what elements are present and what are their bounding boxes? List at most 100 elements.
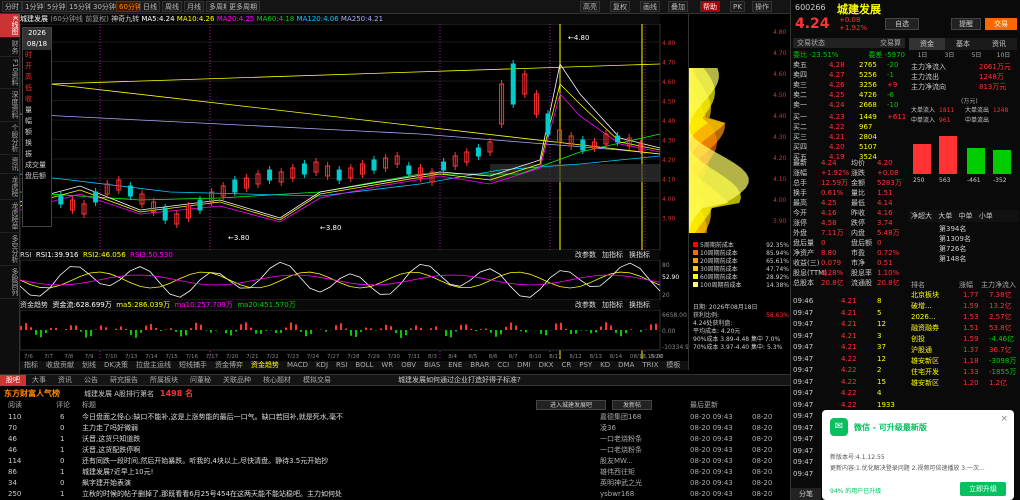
side-nav-4[interactable]: 个股分析 <box>0 122 20 155</box>
indicator-tab-9[interactable]: KDJ <box>312 361 332 370</box>
forum-row[interactable]: 114 0 还有同跌一段时间,然后开始暴跌。听我的,4块以上,尽快清盘。静待3.5元… <box>0 456 790 466</box>
indicator-tab-14[interactable]: BIAS <box>420 361 444 370</box>
side-nav-0[interactable]: K线图 <box>0 14 20 38</box>
news-tab-4[interactable]: 研究报告 <box>104 375 144 386</box>
action-button[interactable]: 操作 <box>752 1 772 12</box>
rsi-add-indicator[interactable]: 加指标 <box>602 250 623 260</box>
news-tab-2[interactable]: 资讯 <box>52 375 78 386</box>
indicator-tab-3[interactable]: DK决策 <box>100 361 132 370</box>
indicator-tab-12[interactable]: WR <box>377 361 397 370</box>
forum-row[interactable]: 86 1 城建发展?近早上10元! 雄伟西往矩 08-20 09:43 08-20 <box>0 467 790 477</box>
tab-net-super[interactable]: 净超大 <box>909 212 934 220</box>
period-tab-4[interactable]: 30分钟 <box>90 1 119 12</box>
side-nav-2[interactable]: F10资料 <box>0 57 20 89</box>
indicator-tab-11[interactable]: BOLL <box>351 361 377 370</box>
fund-tab-1[interactable]: 基本 <box>945 38 981 50</box>
fund-change-param[interactable]: 改参数 <box>575 300 596 310</box>
indicator-tab-25[interactable]: 模板 <box>662 361 684 370</box>
help-button[interactable]: 帮助 <box>700 1 720 12</box>
indicator-tab-17[interactable]: CCI <box>493 361 513 370</box>
news-tab-1[interactable]: 大事 <box>26 375 52 386</box>
sector-row[interactable]: 创投 1.59 -4.46亿 <box>909 334 1019 344</box>
indicator-tab-16[interactable]: BRAR <box>466 361 493 370</box>
period-tab-0[interactable]: 分时 <box>2 1 22 12</box>
overlay-button[interactable]: 叠加 <box>668 1 688 12</box>
sector-row[interactable]: 北京板块 1.77 7.38亿 <box>909 290 1019 300</box>
fuquan-button[interactable]: 复权 <box>610 1 630 12</box>
rsi-switch-indicator[interactable]: 换指标 <box>629 250 650 260</box>
indicator-tab-4[interactable]: 拉盘主运线 <box>132 361 175 370</box>
indicator-tab-8[interactable]: MACD <box>283 361 312 370</box>
popup-close-icon[interactable]: × <box>1000 414 1008 424</box>
sector-row[interactable]: 破增... 1.59 13.2亿 <box>909 301 1019 311</box>
period-tab-10[interactable]: 更多周期 <box>226 1 260 12</box>
period-tab-2[interactable]: 5分钟 <box>44 1 69 12</box>
flow-period-3[interactable]: 10日 <box>990 51 1017 60</box>
news-tab-6[interactable]: 问董秘 <box>184 375 217 386</box>
flow-period-0[interactable]: 1日 <box>909 51 936 60</box>
tab-small[interactable]: 小单 <box>977 212 995 220</box>
tab-trade-status[interactable]: 交易状态 <box>793 39 829 47</box>
news-tab-3[interactable]: 公告 <box>78 375 104 386</box>
indicator-tab-5[interactable]: 短线捕手 <box>175 361 211 370</box>
side-nav-6[interactable]: 龙虎榜 <box>0 174 20 200</box>
indicator-tab-20[interactable]: CR <box>557 361 575 370</box>
indicator-tab-6[interactable]: 资金博弈 <box>211 361 247 370</box>
sector-row[interactable]: 沪股通 1.37 36.7亿 <box>909 345 1019 355</box>
fund-add-indicator[interactable]: 加指标 <box>602 300 623 310</box>
period-tab-7[interactable]: 周线 <box>162 1 182 12</box>
side-nav-7[interactable]: 龙虎榜单 <box>0 200 20 233</box>
flow-period-2[interactable]: 5日 <box>963 51 990 60</box>
side-nav-3[interactable]: 深度资料 <box>0 89 20 122</box>
side-nav-1[interactable]: 财务 <box>0 38 20 57</box>
indicator-tab-19[interactable]: DKX <box>535 361 558 370</box>
sector-row[interactable]: 雄安新区 1.18 -3098万 <box>909 356 1019 366</box>
side-nav-9[interactable]: 多股同列 <box>0 266 20 299</box>
add-watchlist-button[interactable]: 自选 <box>885 18 919 30</box>
indicator-tab-18[interactable]: DMI <box>513 361 535 370</box>
tab-trade-calc[interactable]: 交易算 <box>876 38 905 48</box>
side-nav-8[interactable]: 多空分析 <box>0 233 20 266</box>
fund-switch-indicator[interactable]: 换指标 <box>629 300 650 310</box>
tab-big[interactable]: 大单 <box>936 212 954 220</box>
indicator-tab-22[interactable]: KD <box>596 361 614 370</box>
alert-button[interactable]: 提醒 <box>951 18 981 30</box>
forum-row[interactable]: 46 1 沃晋,这货配跌停啊 一口老烧粉条 08-20 09:43 08-20 <box>0 445 790 455</box>
period-tab-1[interactable]: 1分钟 <box>22 1 47 12</box>
flow-period-1[interactable]: 3日 <box>936 51 963 60</box>
indicator-tab-24[interactable]: TRIX <box>638 361 662 370</box>
indicator-tab-15[interactable]: ENE <box>444 361 466 370</box>
news-ticker[interactable]: 城建发展如何通过企业打造好得子标准? <box>392 375 527 386</box>
forum-row[interactable]: 46 1 沃晋,这货只知道跌 一口老烧粉条 08-20 09:43 08-20 <box>0 434 790 444</box>
draw-line-button[interactable]: 画线 <box>640 1 660 12</box>
sector-row[interactable]: 雄安新区 1.20 1.2亿 <box>909 378 1019 388</box>
news-tab-7[interactable]: 关联品种 <box>217 375 257 386</box>
sector-row[interactable]: 住宅开发 1.33 -1855万 <box>909 367 1019 377</box>
highlight-button[interactable]: 高亮 <box>580 1 600 12</box>
trade-button[interactable]: 交易 <box>985 18 1017 30</box>
indicator-tab-7[interactable]: 资金趋势 <box>247 361 283 370</box>
pk-button[interactable]: PK <box>730 1 745 12</box>
kline-chart[interactable]: 4.80 4.70 4.60 4.50 4.40 4.30 4.20 4.10 4.00 3.90… <box>20 24 688 361</box>
forum-row[interactable]: 34 0 飙字建开始表演 英明神武之光 08-20 09:43 08-20 <box>0 478 790 488</box>
side-nav-5[interactable]: 资讯 <box>0 155 20 174</box>
news-tab-9[interactable]: 模拟交易 <box>297 375 337 386</box>
rsi-change-param[interactable]: 改参数 <box>575 250 596 260</box>
indicator-tab-0[interactable]: 指标 <box>20 361 42 370</box>
tick-detail-tab[interactable]: 分笔 <box>791 488 821 500</box>
indicator-tab-21[interactable]: PSY <box>575 361 596 370</box>
news-tab-0[interactable]: 股吧 <box>0 375 26 386</box>
fund-tab-2[interactable]: 资讯 <box>981 38 1017 50</box>
forum-row[interactable]: 70 0 主力走了吗好微弱 凌36 08-20 09:43 08-20 <box>0 423 790 433</box>
indicator-tab-10[interactable]: RSI <box>332 361 351 370</box>
indicator-tab-23[interactable]: DMA <box>614 361 638 370</box>
period-tab-8[interactable]: 月线 <box>184 1 204 12</box>
fund-tab-0[interactable]: 资金 <box>909 38 945 50</box>
indicator-tab-13[interactable]: OBV <box>397 361 420 370</box>
news-tab-8[interactable]: 核心题材 <box>257 375 297 386</box>
indicator-tab-2[interactable]: 划线 <box>78 361 100 370</box>
tab-mid[interactable]: 中单 <box>956 212 974 220</box>
sector-row[interactable]: 2026... 1.53 2.57亿 <box>909 312 1019 322</box>
upgrade-button[interactable]: 立即升级 <box>960 482 1006 496</box>
news-tab-5[interactable]: 所属板块 <box>144 375 184 386</box>
